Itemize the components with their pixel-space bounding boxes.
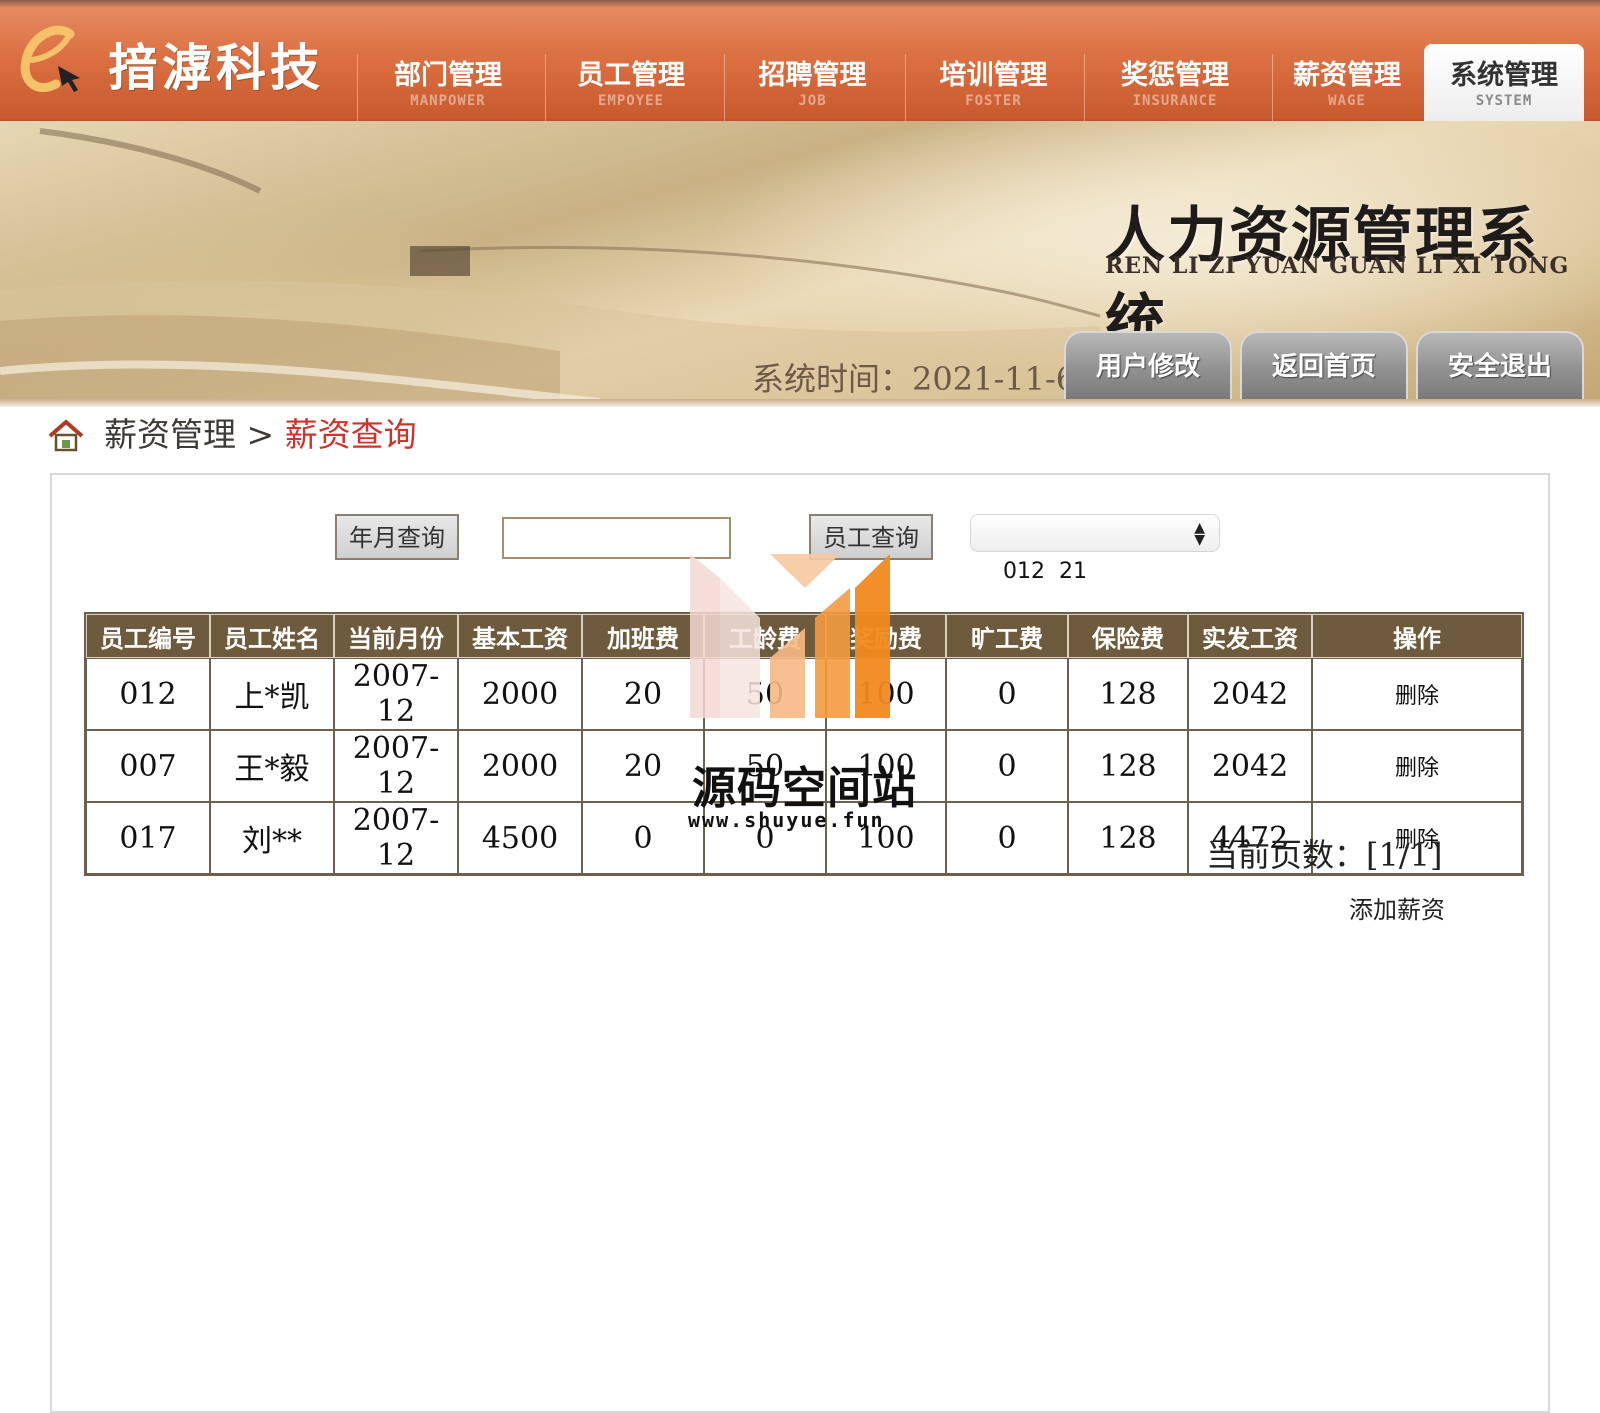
nav-item-label: 培训管理 (939, 60, 1048, 91)
logo-e-icon (20, 25, 80, 93)
breadcrumb-current: 薪资查询 (284, 415, 417, 454)
page-label: 当前页数： (1206, 836, 1367, 874)
nav-item-employee[interactable]: 员工管理 EMPOYEE (545, 54, 716, 121)
nav-item-label: 员工管理 (577, 60, 685, 91)
table-cell: 128 (1068, 802, 1188, 874)
table-cell: 2007-12 (334, 802, 458, 874)
column-header: 员工编号 (86, 614, 210, 658)
nav-item-label: 部门管理 (394, 60, 502, 91)
nav-item-label: 奖惩管理 (1121, 60, 1229, 91)
table-cell: 2000 (458, 658, 582, 730)
nav-item-recruit[interactable]: 招聘管理 JOB (724, 54, 900, 121)
nav-item-sublabel: INSURANCE (1132, 93, 1218, 109)
table-cell: 4500 (458, 802, 582, 874)
edit-user-button[interactable]: 用户修改 (1064, 331, 1232, 399)
system-subtitle: REN LI ZI YUAN GUAN LI XI TONG (1105, 253, 1570, 279)
nav-item-sublabel: EMPOYEE (597, 93, 664, 109)
home-button[interactable]: 返回首页 (1240, 331, 1408, 399)
employee-query-button[interactable]: 员工查询 (809, 514, 933, 560)
table-cell: 50 (704, 658, 826, 730)
column-header: 实发工资 (1188, 614, 1312, 658)
nav-item-training[interactable]: 培训管理 FOSTER (905, 54, 1081, 121)
column-header: 加班费 (582, 614, 704, 658)
nav-item-label: 招聘管理 (758, 60, 867, 91)
column-header: 当前月份 (334, 614, 458, 658)
table-cell: 上*凯 (210, 658, 334, 730)
table-cell: 王*毅 (210, 730, 334, 802)
table-cell: 2042 (1188, 658, 1312, 730)
month-query-input[interactable] (502, 517, 731, 559)
table-header-row: 员工编号 员工姓名 当前月份 基本工资 加班费 工龄费 奖励费 旷工费 保险费 … (86, 614, 1522, 658)
breadcrumb-parent[interactable]: 薪资管理 (104, 415, 236, 454)
table-cell: 20 (582, 730, 704, 802)
table-cell: 017 (86, 802, 210, 874)
table-row: 012 上*凯 2007-12 2000 20 50 100 0 128 204… (86, 658, 1522, 730)
home-icon (48, 420, 84, 452)
watermark-text: 源码空间站 (692, 763, 917, 814)
nav-item-sublabel: MANPOWER (410, 93, 486, 109)
column-header: 员工姓名 (210, 614, 334, 658)
table-cell: 012 (86, 658, 210, 730)
table-cell: 0 (582, 802, 704, 874)
nav-item-wage[interactable]: 薪资管理 WAGE (1272, 54, 1421, 121)
nav-item-system[interactable]: 系统管理 SYSTEM (1424, 44, 1584, 121)
nav-item-sublabel: JOB (798, 93, 827, 109)
nav-item-sublabel: WAGE (1328, 93, 1366, 109)
table-cell: 20 (582, 658, 704, 730)
add-salary-link[interactable]: 添加薪资 (1349, 890, 1445, 925)
system-time: 系统时间：2021-11-6 (752, 354, 1076, 400)
table-cell: 0 (946, 802, 1068, 874)
month-query-button[interactable]: 年月查询 (335, 514, 459, 560)
logout-button[interactable]: 安全退出 (1416, 331, 1584, 399)
nav-item-sublabel: FOSTER (965, 93, 1022, 109)
table-cell: 2007-12 (334, 658, 458, 730)
table-cell: 2007-12 (334, 730, 458, 802)
system-time-value: 2021-11-6 (912, 360, 1077, 398)
pagination: 当前页数：[1/1] (1206, 830, 1442, 876)
table-cell: 100 (826, 658, 946, 730)
table-cell: 0 (946, 658, 1068, 730)
column-header: 保险费 (1068, 614, 1188, 658)
nav-item-reward[interactable]: 奖惩管理 INSURANCE (1084, 54, 1265, 121)
select-arrows-icon: ▲ ▼ (1194, 520, 1205, 548)
banner-divider (0, 399, 1600, 407)
page-value: [1/1] (1366, 836, 1443, 874)
delete-link[interactable]: 删除 (1312, 730, 1522, 802)
table-cell: 128 (1068, 730, 1188, 802)
delete-link[interactable]: 删除 (1312, 658, 1522, 730)
breadcrumb-separator: > (246, 415, 275, 454)
header-banner: 人力资源管理系统 REN LI ZI YUAN GUAN LI XI TONG … (0, 121, 1600, 402)
table-cell: 0 (946, 730, 1068, 802)
employee-select-value: 012 21 (1003, 559, 1087, 584)
table-cell: 2042 (1188, 730, 1312, 802)
system-time-label: 系统时间： (752, 360, 913, 398)
nav-item-label: 薪资管理 (1293, 60, 1401, 91)
nav-item-label: 系统管理 (1450, 60, 1558, 91)
column-header: 基本工资 (458, 614, 582, 658)
column-header: 工龄费 (704, 614, 826, 658)
brand-name: 揞滹科技 (108, 39, 324, 97)
watermark-url: www.shuyue.fun (688, 808, 885, 832)
table-cell: 128 (1068, 658, 1188, 730)
table-cell: 007 (86, 730, 210, 802)
column-header: 旷工费 (946, 614, 1068, 658)
nav-item-sublabel: SYSTEM (1475, 93, 1533, 109)
column-header: 奖励费 (826, 614, 946, 658)
column-header: 操作 (1312, 614, 1522, 658)
nav-item-department[interactable]: 部门管理 MANPOWER (357, 54, 538, 121)
top-nav-bar: 揞滹科技 部门管理 MANPOWER 员工管理 EMPOYEE 招聘管理 JOB… (0, 0, 1600, 121)
table-cell: 2000 (458, 730, 582, 802)
employee-select[interactable]: 012 21 ▲ ▼ (970, 514, 1220, 584)
table-cell: 刘** (210, 802, 334, 874)
